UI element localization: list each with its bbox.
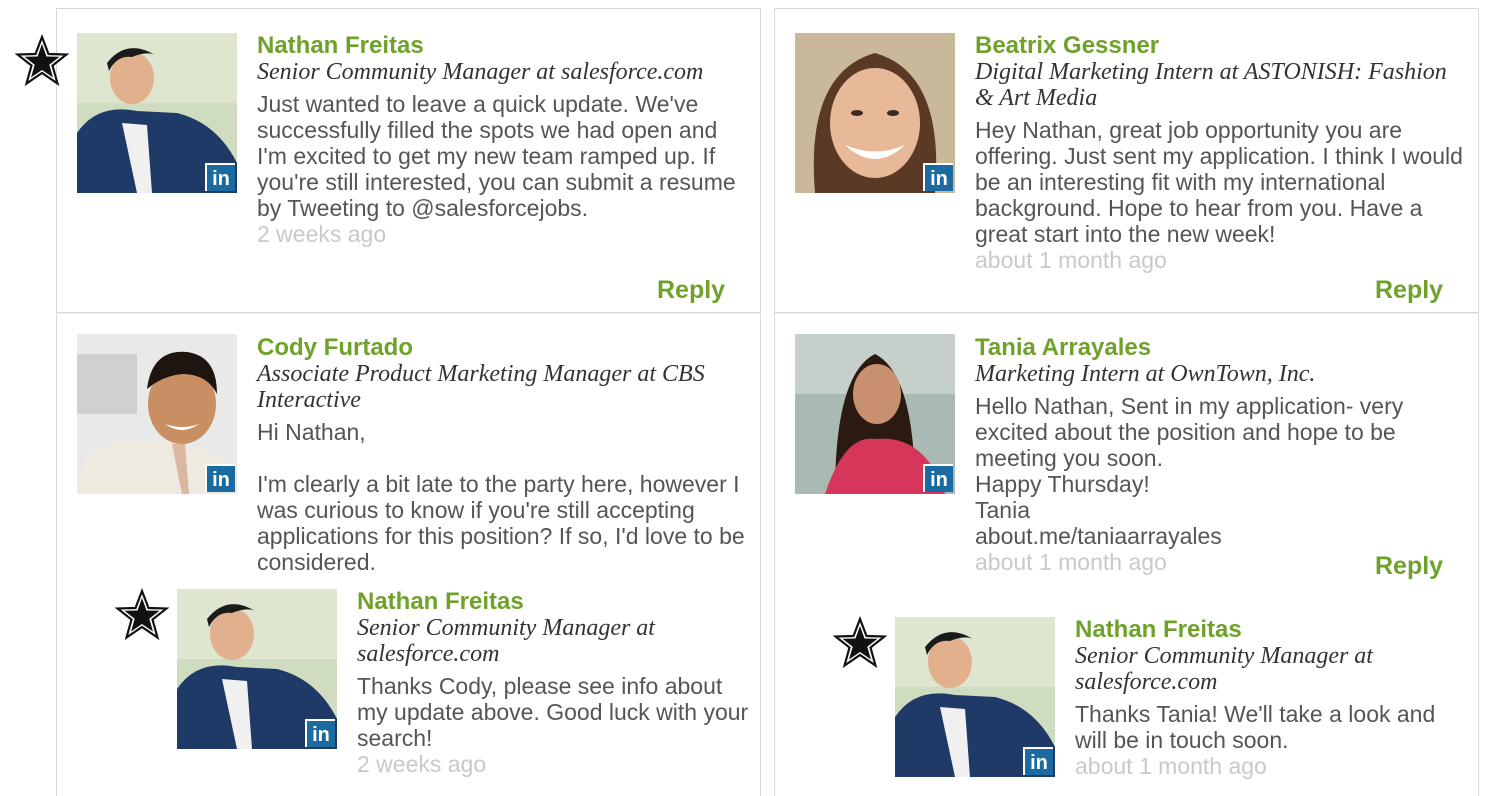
avatar[interactable]: in xyxy=(77,334,237,494)
avatar[interactable]: in xyxy=(77,33,237,193)
commenter-name[interactable]: Nathan Freitas xyxy=(257,33,752,59)
linkedin-badge-icon[interactable]: in xyxy=(305,719,335,747)
reply-text: Thanks Tania! We'll take a look and will… xyxy=(1075,701,1436,753)
avatar[interactable]: in xyxy=(795,33,955,193)
reply-text: Thanks Cody, please see info about my up… xyxy=(357,673,749,751)
star-icon[interactable] xyxy=(115,588,169,642)
commenter-name[interactable]: Nathan Freitas xyxy=(1075,617,1465,643)
linkedin-badge-icon[interactable]: in xyxy=(1023,747,1053,775)
comment-text: Hello Nathan, Sent in my application- ve… xyxy=(975,393,1404,549)
star-icon[interactable] xyxy=(15,34,69,88)
divider xyxy=(56,312,761,314)
commenter-title: Digital Marketing Intern at ASTONISH: Fa… xyxy=(975,59,1447,111)
avatar[interactable]: in xyxy=(177,589,337,749)
comment-content: Nathan Freitas Senior Community Manager … xyxy=(257,33,752,248)
reply-button[interactable]: Reply xyxy=(1375,552,1443,581)
commenter-title: Senior Community Manager at salesforce.c… xyxy=(357,615,655,667)
avatar[interactable]: in xyxy=(895,617,1055,777)
linkedin-badge-icon[interactable]: in xyxy=(923,163,953,191)
timestamp: about 1 month ago xyxy=(975,247,1167,273)
commenter-title: Marketing Intern at OwnTown, Inc. xyxy=(975,361,1316,387)
reply-content: Nathan Freitas Senior Community Manager … xyxy=(357,589,752,778)
comment-text: Hey Nathan, great job opportunity you ar… xyxy=(975,117,1463,247)
commenter-name[interactable]: Tania Arrayales xyxy=(975,335,1465,361)
timestamp: about 1 month ago xyxy=(1075,753,1267,779)
timestamp: 2 weeks ago xyxy=(257,221,387,247)
commenter-title: Senior Community Manager at salesforce.c… xyxy=(1075,643,1373,695)
avatar[interactable]: in xyxy=(795,334,955,494)
timestamp: 2 weeks ago xyxy=(357,751,487,777)
comment-content: Cody Furtado Associate Product Marketing… xyxy=(257,335,752,576)
comment-content: Tania Arrayales Marketing Intern at OwnT… xyxy=(975,335,1465,576)
commenter-title: Senior Community Manager at salesforce.c… xyxy=(257,59,704,85)
commenter-name[interactable]: Cody Furtado xyxy=(257,335,752,361)
linkedin-badge-icon[interactable]: in xyxy=(205,464,235,492)
comment-content: Beatrix Gessner Digital Marketing Intern… xyxy=(975,33,1465,274)
linkedin-badge-icon[interactable]: in xyxy=(923,464,953,492)
commenter-name[interactable]: Nathan Freitas xyxy=(357,589,752,615)
comment-text: Hi Nathan, I'm clearly a bit late to the… xyxy=(257,419,745,575)
star-icon[interactable] xyxy=(833,616,887,670)
reply-button[interactable]: Reply xyxy=(1375,276,1443,305)
comment-text: Just wanted to leave a quick update. We'… xyxy=(257,91,736,221)
commenter-title: Associate Product Marketing Manager at C… xyxy=(257,361,705,413)
reply-button[interactable]: Reply xyxy=(657,276,725,305)
commenter-name[interactable]: Beatrix Gessner xyxy=(975,33,1465,59)
divider xyxy=(774,312,1479,314)
reply-content: Nathan Freitas Senior Community Manager … xyxy=(1075,617,1465,780)
linkedin-badge-icon[interactable]: in xyxy=(205,163,235,191)
